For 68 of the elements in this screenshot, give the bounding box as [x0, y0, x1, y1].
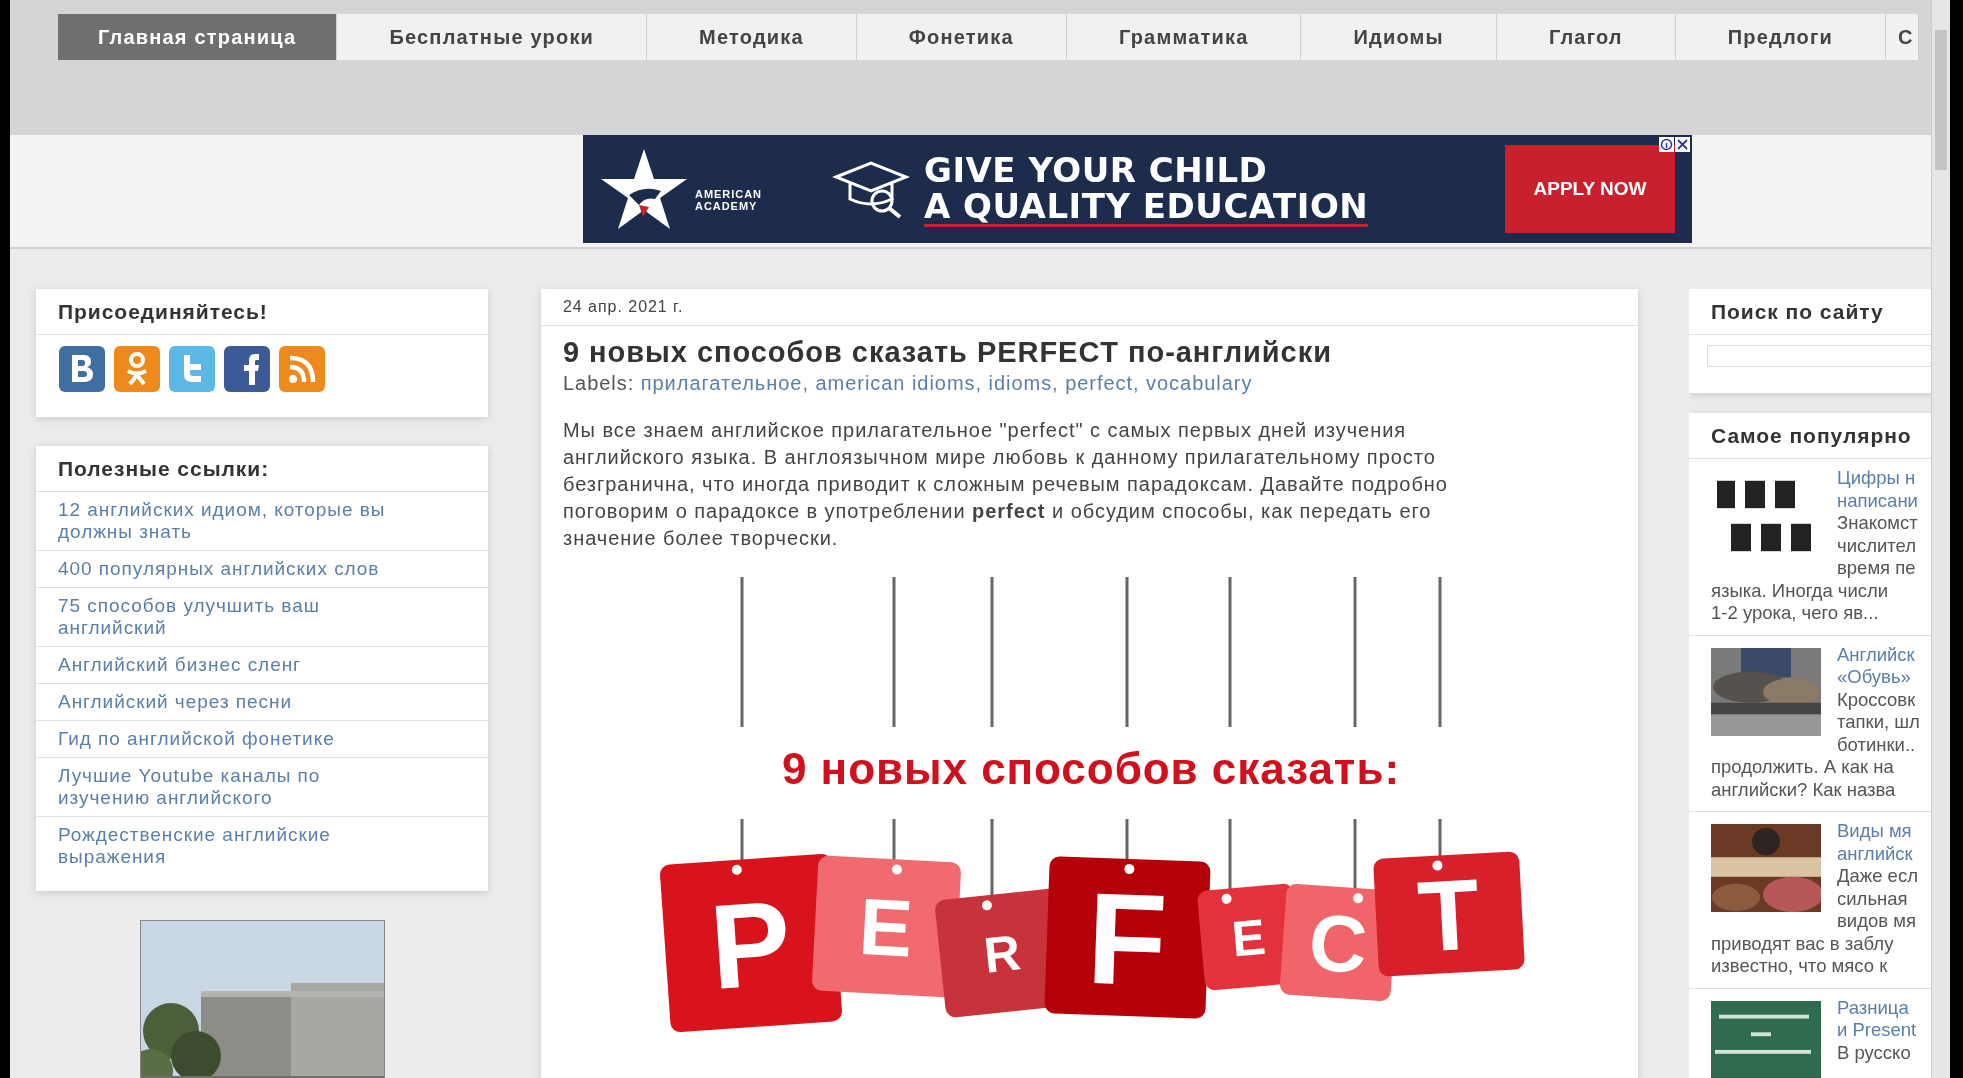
logo-text: AMERICAN ACADEMY — [695, 188, 762, 212]
ad-banner[interactable]: AMERICAN ACADEMY GIVE YOUR CHILD A QUALITY EDUCATION APPLY NOW — [583, 135, 1692, 243]
widget-title: Полезные ссылки: — [36, 446, 488, 492]
post-snippet: тапки, шл — [1837, 711, 1920, 734]
post-snippet: продолжить. А как на — [1711, 756, 1895, 779]
apply-button[interactable]: APPLY NOW — [1505, 145, 1675, 233]
nav-tab[interactable]: Глагол — [1496, 14, 1676, 60]
popular-post-title[interactable]: Виды мя — [1837, 820, 1918, 843]
sidebar-link[interactable]: 75 способов улучшить ваш английский — [58, 595, 403, 639]
labels-caption: Labels: — [563, 372, 635, 395]
nav-tab[interactable]: Предлоги — [1675, 14, 1887, 60]
post-snippet: Знакомст — [1837, 512, 1918, 535]
sidebar-link[interactable]: Лучшие Youtube каналы по изучению английского — [58, 765, 403, 809]
person-icon[interactable] — [113, 345, 161, 393]
graduation-cap-icon — [831, 159, 910, 219]
popular-post-title[interactable]: написани — [1837, 489, 1918, 512]
letter-tag: F — [1044, 856, 1211, 1019]
label-link[interactable]: perfect, — [1065, 372, 1140, 395]
sidebar-link[interactable]: Гид по английской фонетике — [58, 728, 335, 750]
post-snippet: В русско — [1837, 1041, 1912, 1064]
b-logo-icon[interactable] — [58, 345, 106, 393]
post-snippet: 1-2 урока, чего яв... — [1711, 602, 1880, 625]
nav-tab[interactable]: Главная страница — [58, 14, 338, 60]
post-snippet: приводят вас в заблу — [1711, 932, 1895, 955]
star-eagle-logo-icon — [599, 147, 689, 231]
ad-headline: GIVE YOUR CHILD A QUALITY EDUCATION — [923, 151, 1369, 227]
post-title: 9 новых способов сказать PERFECT по-английски — [563, 336, 1333, 369]
post-snippet: языка. Иногда числи — [1711, 579, 1890, 602]
post-snippet: известно, что мясо к — [1711, 955, 1889, 978]
illustration-caption: 9 новых способов сказать: — [782, 744, 1400, 793]
post-snippet: время пе — [1837, 557, 1917, 580]
post-date: 24 апр. 2021 г. — [541, 289, 1638, 326]
nav-tab[interactable]: Грамматика — [1066, 14, 1302, 60]
sidebar-link[interactable]: Английский через песни — [58, 691, 293, 713]
label-link[interactable]: vocabulary — [1146, 372, 1253, 395]
sidebar-link[interactable]: Английский бизнес сленг — [58, 654, 301, 676]
post-snippet: английски? Как назва — [1711, 778, 1897, 801]
letter-tag: T — [1373, 851, 1525, 977]
post-text: Мы все знаем английское прилагательное "perfect" с самых первых дней изучения английского языка. В англоязычном мире любовь к данному прилагательному просто безгранична, что иногда приводит к сложным речевым парадоксам. Давайте подробно поговорим о парадоксе в употреблении perfect и обсудим способы, как передать его значение более творчески. — [563, 418, 1449, 551]
post-snippet: Даже есл — [1837, 865, 1918, 888]
rss-icon[interactable] — [278, 345, 326, 393]
post-snippet: Кроссовк — [1837, 688, 1917, 711]
close-icon[interactable] — [1675, 137, 1690, 152]
nav-tab[interactable]: Фонетика — [856, 14, 1067, 60]
widget-title: Присоединяйтесь! — [36, 289, 488, 335]
popular-post-title[interactable]: «Обувь» — [1837, 666, 1920, 689]
popular-post-title[interactable]: Разница — [1837, 996, 1917, 1019]
label-link[interactable]: прилагательное, — [640, 372, 809, 395]
sidebar-link[interactable]: 400 популярных английских слов — [58, 558, 380, 580]
label-link[interactable]: idioms, — [988, 372, 1059, 395]
popular-post-title[interactable]: английск — [1837, 842, 1918, 865]
post-snippet: сильная — [1837, 887, 1909, 910]
label-link[interactable]: american idioms, — [815, 372, 982, 395]
popular-post-title[interactable]: и Present — [1837, 1019, 1917, 1042]
info-icon[interactable] — [1659, 137, 1674, 152]
post-snippet: числител — [1837, 534, 1918, 557]
sidebar-link[interactable]: Рождественские английские выражения — [58, 824, 403, 868]
post-snippet: видов мя — [1837, 910, 1917, 933]
nav-tab[interactable]: Идиомы — [1301, 14, 1497, 60]
popular-post-title[interactable]: Цифры н — [1837, 467, 1918, 490]
post-snippet: ботинки.. — [1837, 733, 1917, 756]
sidebar-link[interactable]: 12 английских идиом, которые вы должны знать — [58, 499, 403, 543]
nav-tab[interactable]: С — [1886, 14, 1919, 60]
f-logo-icon[interactable] — [223, 345, 271, 393]
popular-post-title[interactable]: Английск — [1837, 643, 1920, 666]
nav-tab[interactable]: Бесплатные уроки — [337, 14, 648, 60]
nav-tab[interactable]: Методика — [647, 14, 857, 60]
scrollbar[interactable] — [1931, 0, 1950, 1078]
